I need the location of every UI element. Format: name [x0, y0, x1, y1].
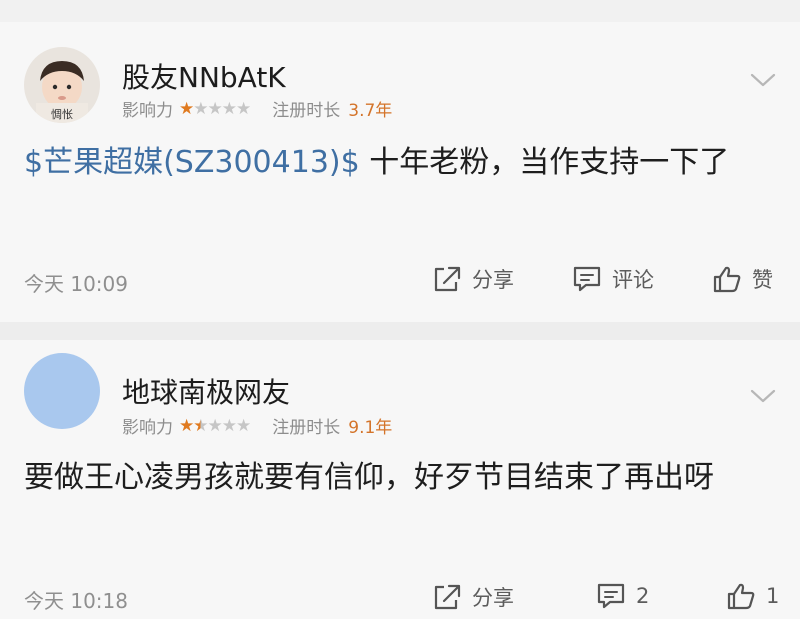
stock-tag-link[interactable]: $芒果超媒(SZ300413)$	[24, 145, 360, 180]
influence-label: 影响力	[122, 418, 173, 438]
comment-text: $芒果超媒(SZ300413)$ 十年老粉，当作支持一下了	[24, 138, 764, 188]
comment-count: 2	[636, 584, 650, 608]
share-icon	[434, 584, 461, 610]
share-label: 分享	[472, 586, 514, 610]
registered-value: 3.7年	[348, 101, 393, 121]
like-label: 赞	[752, 268, 773, 292]
star-icon: ★	[207, 415, 223, 436]
comment-icon	[573, 266, 601, 292]
like-count: 1	[766, 584, 780, 608]
share-button[interactable]: 分享	[432, 264, 514, 294]
influence-stars: ★★★★★	[179, 98, 251, 119]
avatar-caption: 惆怅	[51, 107, 73, 121]
star-icon: ★	[221, 415, 237, 436]
share-label: 分享	[472, 268, 514, 292]
like-button[interactable]: 1	[726, 582, 779, 610]
chevron-down-icon[interactable]	[750, 388, 776, 404]
comment-label: 评论	[612, 268, 654, 292]
star-icon: ★	[236, 98, 251, 119]
comment-icon	[597, 583, 625, 609]
comment-text: 要做王心凌男孩就要有信仰，好歹节目结束了再出呀	[24, 460, 714, 495]
star-icon: ★	[193, 415, 208, 436]
chevron-down-icon[interactable]	[750, 72, 776, 88]
comment-body: 十年老粉，当作支持一下了	[359, 145, 730, 180]
influence-label: 影响力	[122, 101, 173, 121]
comment-button[interactable]: 评论	[572, 264, 654, 294]
top-strip	[0, 0, 800, 22]
divider	[0, 322, 800, 340]
star-icon: ★	[179, 98, 194, 119]
timestamp: 今天 10:18	[24, 589, 128, 613]
star-icon: ★	[179, 415, 194, 436]
star-icon: ★	[236, 415, 251, 436]
username[interactable]: 股友NNbAtK	[122, 56, 286, 96]
comment-card: 惆怅 股友NNbAtK 影响力 ★★★★★ 注册时长 3.7年 $芒果超媒(SZ…	[0, 22, 800, 322]
registered-value: 9.1年	[348, 418, 393, 438]
influence-stars: ★★★★★	[179, 415, 251, 436]
star-icon: ★	[193, 98, 208, 119]
registered-label: 注册时长	[272, 418, 341, 438]
thumbs-up-icon	[727, 583, 755, 610]
share-button[interactable]: 分享	[432, 582, 514, 612]
comment-card: 地球南极网友 影响力 ★★★★★ 注册时长 9.1年 要做王心凌男孩就要有信仰，…	[0, 340, 800, 619]
avatar[interactable]: 惆怅	[24, 47, 100, 123]
registered-label: 注册时长	[272, 101, 341, 121]
star-icon: ★	[221, 98, 237, 119]
like-button[interactable]: 赞	[712, 264, 773, 294]
timestamp: 今天 10:09	[24, 272, 128, 296]
username[interactable]: 地球南极网友	[122, 371, 290, 411]
avatar[interactable]	[24, 353, 100, 429]
comment-button[interactable]: 2	[596, 582, 649, 610]
user-meta: 影响力 ★★★★★ 注册时长 3.7年	[122, 96, 393, 122]
star-icon: ★	[207, 98, 223, 119]
user-meta: 影响力 ★★★★★ 注册时长 9.1年	[122, 413, 393, 439]
share-icon	[434, 266, 461, 292]
avatar-photo-icon: 惆怅	[24, 47, 100, 123]
thumbs-up-icon	[713, 266, 741, 293]
